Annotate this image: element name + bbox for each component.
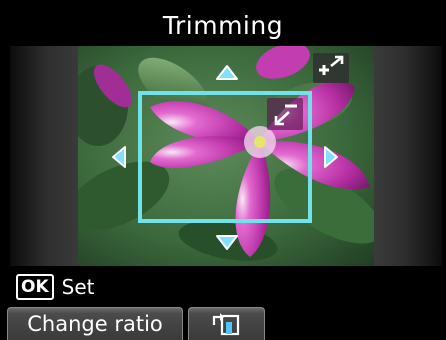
right-side-panel	[374, 46, 442, 266]
zoom-out-icon	[274, 104, 297, 126]
arrow-down-icon	[216, 235, 238, 250]
title-bar: Trimming	[0, 0, 446, 46]
arrow-up-button[interactable]	[215, 64, 239, 82]
page-title: Trimming	[162, 10, 284, 40]
arrow-up-icon	[216, 65, 238, 80]
rotate-frame-button[interactable]	[188, 307, 265, 340]
zoom-in-icon	[319, 55, 344, 75]
ok-hint-label: Set	[61, 275, 95, 299]
change-ratio-button[interactable]: Change ratio	[7, 307, 183, 340]
rotate-frame-icon	[212, 313, 239, 336]
ok-hint: OK Set	[16, 274, 94, 300]
arrow-right-button[interactable]	[322, 145, 340, 169]
ok-key-icon: OK	[16, 274, 54, 300]
arrow-down-button[interactable]	[215, 233, 239, 251]
change-ratio-label: Change ratio	[27, 312, 163, 336]
arrow-right-icon	[324, 146, 338, 168]
zoom-out-button[interactable]	[267, 98, 303, 130]
zoom-in-button[interactable]	[313, 53, 349, 83]
arrow-left-button[interactable]	[110, 145, 128, 169]
arrow-left-icon	[112, 146, 126, 168]
left-side-panel	[10, 46, 78, 266]
